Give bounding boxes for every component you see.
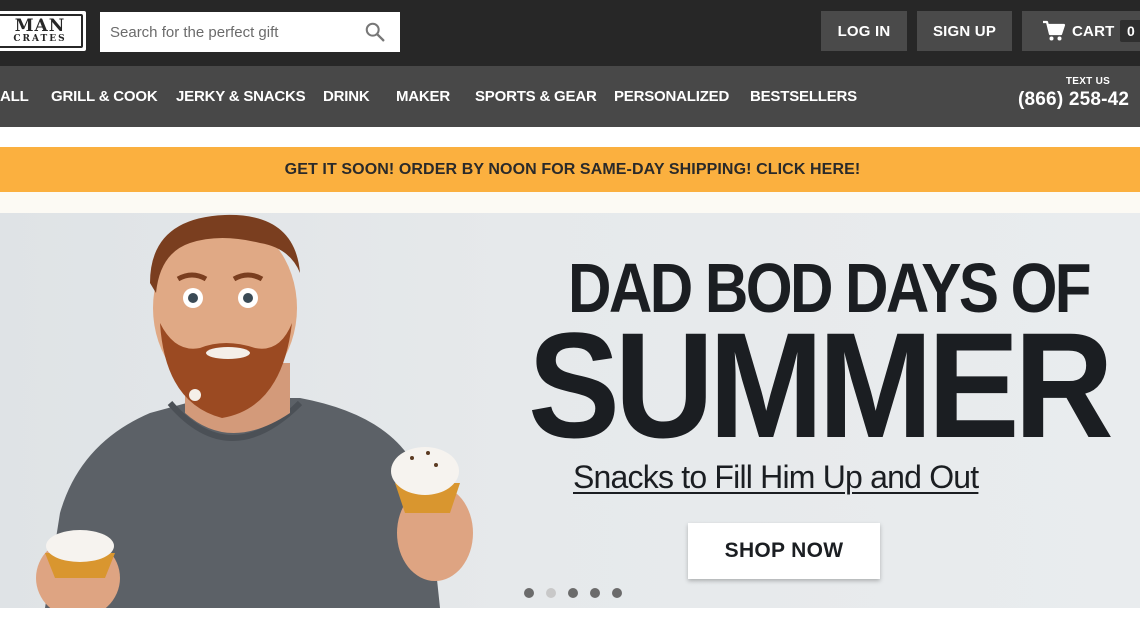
logo-line-1: MAN bbox=[14, 16, 66, 36]
cart-icon bbox=[1043, 20, 1066, 41]
nav-item-all[interactable]: ALL bbox=[0, 66, 29, 127]
search-box bbox=[100, 12, 400, 52]
nav-item-jerky-snacks[interactable]: JERKY & SNACKS bbox=[176, 66, 306, 127]
cart-button[interactable]: CART 0 bbox=[1022, 11, 1140, 51]
spacer-strip bbox=[0, 192, 1140, 213]
top-header: MAN CRATES LOG IN SIGN UP CART 0 bbox=[0, 0, 1140, 66]
login-button[interactable]: LOG IN bbox=[821, 11, 907, 51]
hero-title-line-2: SUMMER bbox=[528, 301, 1114, 469]
hero-man-cupcakes-image bbox=[36, 214, 473, 608]
carousel-dots bbox=[524, 588, 634, 598]
logo-line-2: CRATES bbox=[13, 34, 67, 44]
nav-item-personalized[interactable]: PERSONALIZED bbox=[614, 66, 729, 127]
carousel-dot-5[interactable] bbox=[612, 588, 622, 598]
promo-text: GET IT SOON! ORDER BY NOON FOR SAME-DAY … bbox=[284, 160, 861, 178]
carousel-dot-1[interactable] bbox=[524, 588, 534, 598]
text-us-label: TEXT US bbox=[1065, 76, 1111, 87]
man-crates-logo[interactable]: MAN CRATES bbox=[0, 11, 86, 51]
hero-banner[interactable]: DAD BOD DAYS OF SUMMER Snacks to Fill Hi… bbox=[0, 213, 1140, 608]
search-icon[interactable] bbox=[364, 21, 386, 43]
hero-subtitle-link[interactable]: Snacks to Fill Him Up and Out bbox=[573, 459, 979, 496]
nav-item-drink[interactable]: DRINK bbox=[323, 66, 370, 127]
cart-count-badge: 0 bbox=[1120, 20, 1140, 42]
carousel-dot-3[interactable] bbox=[568, 588, 578, 598]
phone-number[interactable]: (866) 258-42 bbox=[1018, 89, 1140, 111]
carousel-dot-4[interactable] bbox=[590, 588, 600, 598]
page-bottom-spacer bbox=[0, 608, 1140, 622]
text-us-contact[interactable]: TEXT US (866) 258-42 bbox=[1018, 76, 1140, 111]
nav-item-sports-gear[interactable]: SPORTS & GEAR bbox=[475, 66, 597, 127]
signup-button[interactable]: SIGN UP bbox=[917, 11, 1012, 51]
logo-frame: MAN CRATES bbox=[0, 14, 83, 48]
search-input[interactable] bbox=[100, 12, 360, 52]
shop-now-button[interactable]: SHOP NOW bbox=[688, 523, 880, 579]
carousel-dot-2[interactable] bbox=[546, 588, 556, 598]
cart-label: CART bbox=[1072, 22, 1115, 40]
category-nav: ALL GRILL & COOK JERKY & SNACKS DRINK MA… bbox=[0, 66, 1140, 127]
nav-item-grill-cook[interactable]: GRILL & COOK bbox=[51, 66, 158, 127]
nav-item-maker[interactable]: MAKER bbox=[396, 66, 450, 127]
shipping-promo-banner[interactable]: GET IT SOON! ORDER BY NOON FOR SAME-DAY … bbox=[0, 147, 1140, 192]
nav-item-bestsellers[interactable]: BESTSELLERS bbox=[750, 66, 857, 127]
